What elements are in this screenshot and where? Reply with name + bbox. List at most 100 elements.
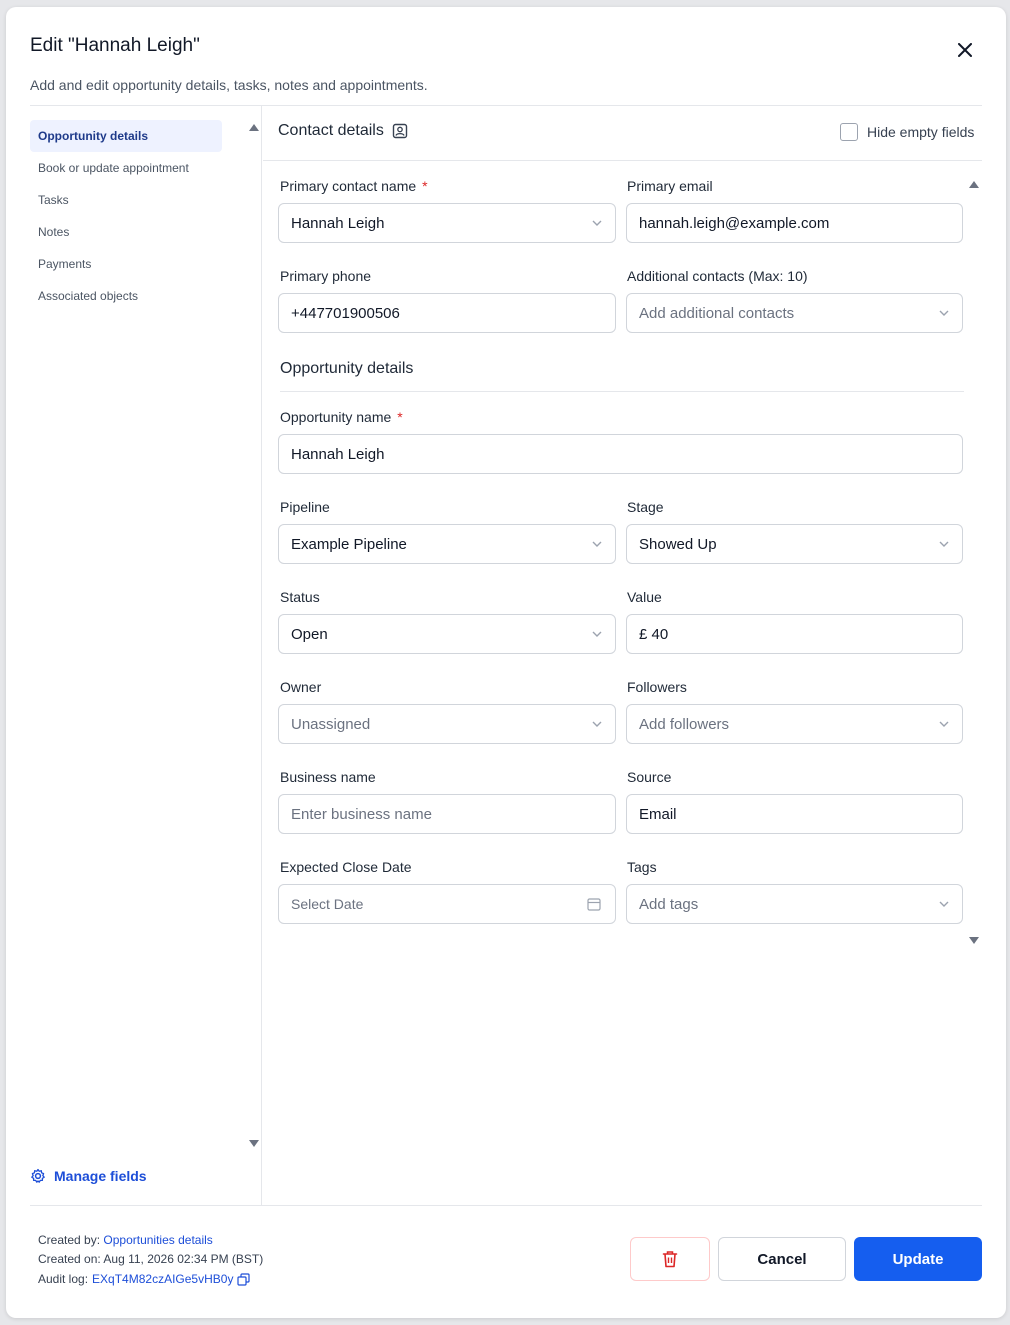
source-input[interactable]: Email (626, 794, 963, 834)
tags-label: Tags (627, 859, 657, 875)
nav-scroll-up-arrow[interactable] (249, 124, 259, 131)
primary-contact-name-label-text: Primary contact name (280, 178, 417, 194)
additional-contacts-select[interactable]: Add additional contacts (626, 293, 963, 333)
chevron-down-icon (592, 541, 602, 547)
tags-placeholder: Add tags (639, 895, 699, 913)
main-scroll-down-arrow[interactable] (969, 937, 979, 944)
chevron-down-icon (939, 541, 949, 547)
edit-opportunity-modal: Edit "Hannah Leigh" Add and edit opportu… (6, 7, 1006, 1318)
modal-subtitle: Add and edit opportunity details, tasks,… (30, 77, 428, 93)
chevron-down-icon (592, 721, 602, 727)
business-name-input[interactable]: Enter business name (278, 794, 616, 834)
footer-divider (30, 1205, 982, 1206)
created-by-label: Created by: (38, 1233, 101, 1247)
hide-empty-label: Hide empty fields (867, 124, 975, 140)
nav-scroll-down-arrow[interactable] (249, 1140, 259, 1147)
pipeline-value: Example Pipeline (291, 535, 407, 553)
audit-log-label: Audit log: (38, 1272, 89, 1286)
source-label: Source (627, 769, 672, 785)
opportunity-name-label-text: Opportunity name (280, 409, 392, 425)
business-name-placeholder: Enter business name (291, 805, 432, 823)
calendar-icon (587, 898, 601, 911)
status-select[interactable]: Open (278, 614, 616, 654)
followers-select[interactable]: Add followers (626, 704, 963, 744)
close-icon (958, 43, 972, 57)
primary-phone-label: Primary phone (280, 268, 372, 284)
opportunity-name-value: Hannah Leigh (291, 445, 385, 463)
created-on-value: Aug 11, 2026 02:34 PM (BST) (103, 1252, 264, 1266)
owner-label: Owner (280, 679, 322, 695)
followers-placeholder: Add followers (639, 715, 730, 733)
additional-contacts-placeholder: Add additional contacts (639, 304, 795, 322)
section-divider (263, 160, 982, 161)
value-input[interactable]: £ 40 (626, 614, 963, 654)
update-button[interactable]: Update (854, 1237, 982, 1281)
chevron-down-icon (939, 721, 949, 727)
cancel-button[interactable]: Cancel (718, 1237, 846, 1281)
expected-close-date-picker[interactable]: Select Date (278, 884, 616, 924)
close-button[interactable] (952, 37, 978, 63)
owner-value: Unassigned (291, 715, 371, 733)
modal-title: Edit "Hannah Leigh" (30, 35, 200, 56)
chevron-down-icon (939, 310, 949, 316)
copy-icon[interactable] (237, 1272, 251, 1286)
header-divider (30, 105, 982, 106)
expected-close-date-placeholder: Select Date (291, 896, 364, 912)
side-nav: Opportunity details Book or update appoi… (30, 120, 222, 312)
manage-fields-button[interactable]: Manage fields (30, 1168, 147, 1184)
status-label: Status (280, 589, 320, 605)
stage-value: Showed Up (639, 535, 717, 553)
primary-email-label: Primary email (627, 178, 713, 194)
nav-item-opportunity-details[interactable]: Opportunity details (30, 120, 222, 152)
main-scroll-up-arrow[interactable] (969, 181, 979, 188)
hide-empty-fields-toggle[interactable]: Hide empty fields (840, 123, 974, 141)
delete-button[interactable] (630, 1237, 710, 1281)
opportunity-divider (280, 391, 964, 392)
opportunity-name-label: Opportunity name * (280, 409, 403, 425)
nav-item-tasks[interactable]: Tasks (30, 184, 222, 216)
owner-select[interactable]: Unassigned (278, 704, 616, 744)
required-marker: * (422, 178, 428, 194)
contact-details-heading: Contact details (278, 122, 408, 140)
primary-phone-value: +447701900506 (291, 304, 400, 322)
chevron-down-icon (592, 220, 602, 226)
hide-empty-checkbox[interactable] (840, 123, 858, 141)
gear-icon (31, 1168, 45, 1183)
created-by-link[interactable]: Opportunities details (103, 1233, 212, 1247)
tags-select[interactable]: Add tags (626, 884, 963, 924)
nav-item-notes[interactable]: Notes (30, 216, 222, 248)
primary-contact-name-label: Primary contact name * (280, 178, 428, 194)
primary-email-input[interactable]: hannah.leigh@example.com (626, 203, 963, 243)
value-amount: £ 40 (639, 625, 669, 643)
primary-email-value: hannah.leigh@example.com (639, 214, 830, 232)
stage-label: Stage (627, 499, 664, 515)
primary-contact-name-value: Hannah Leigh (291, 214, 385, 232)
chevron-down-icon (939, 901, 949, 907)
manage-fields-label: Manage fields (54, 1168, 147, 1184)
nav-item-associated-objects[interactable]: Associated objects (30, 280, 222, 312)
chevron-down-icon (592, 631, 602, 637)
created-by: Created by: Opportunities details (38, 1233, 213, 1247)
opportunity-name-input[interactable]: Hannah Leigh (278, 434, 963, 474)
created-on-label: Created on: (38, 1252, 101, 1266)
nav-item-book-appointment[interactable]: Book or update appointment (30, 152, 222, 184)
opportunity-details-heading: Opportunity details (280, 360, 414, 377)
stage-select[interactable]: Showed Up (626, 524, 963, 564)
source-value: Email (639, 805, 677, 823)
required-marker: * (397, 409, 403, 425)
audit-log: Audit log: EXqT4M82czAIGe5vHB0y (38, 1272, 251, 1286)
primary-contact-name-select[interactable]: Hannah Leigh (278, 203, 616, 243)
business-name-label: Business name (280, 769, 376, 785)
value-label: Value (627, 589, 662, 605)
pipeline-label: Pipeline (280, 499, 330, 515)
audit-log-id[interactable]: EXqT4M82czAIGe5vHB0y (92, 1272, 233, 1286)
nav-divider (261, 106, 262, 1206)
expected-close-date-label: Expected Close Date (280, 859, 412, 875)
status-value: Open (291, 625, 328, 643)
additional-contacts-label: Additional contacts (Max: 10) (627, 268, 808, 284)
pipeline-select[interactable]: Example Pipeline (278, 524, 616, 564)
primary-phone-input[interactable]: +447701900506 (278, 293, 616, 333)
contact-card-icon[interactable] (392, 123, 408, 139)
nav-item-payments[interactable]: Payments (30, 248, 222, 280)
created-on: Created on: Aug 11, 2026 02:34 PM (BST) (38, 1252, 263, 1266)
